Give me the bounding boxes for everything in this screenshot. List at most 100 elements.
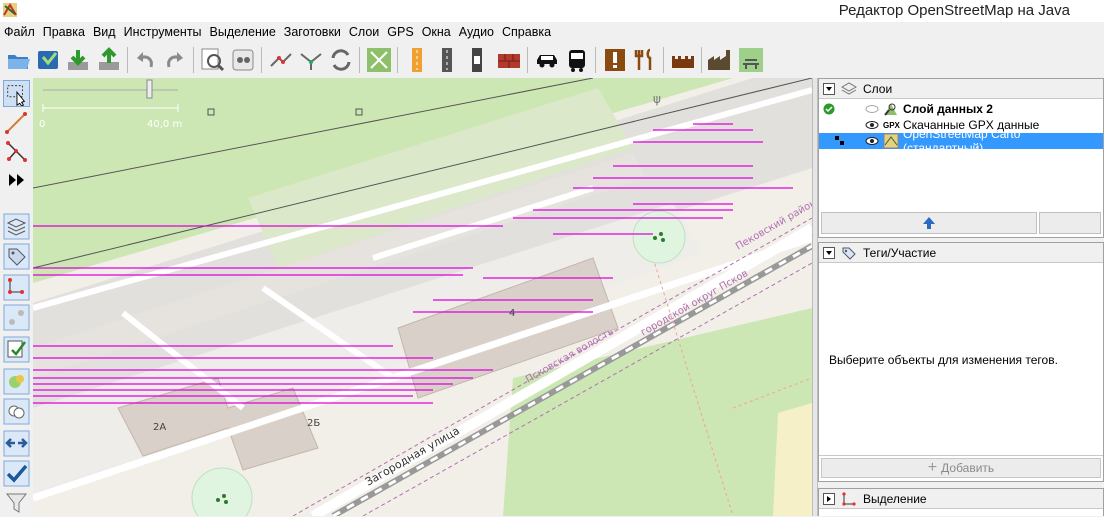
- layer-name-imagery: OpenStreetMap Carto (стандартный): [903, 127, 1021, 155]
- selection-toggle-icon[interactable]: [3, 274, 30, 301]
- add-tag-label: Добавить: [941, 461, 995, 475]
- menu-edit[interactable]: Правка: [42, 25, 86, 39]
- toolbar-separator: [397, 47, 398, 73]
- bus-icon[interactable]: [563, 46, 591, 74]
- toolbar-separator: [527, 47, 528, 73]
- toolbar-separator: [701, 47, 702, 73]
- left-tool-palette: [0, 78, 34, 516]
- align-circle-icon[interactable]: [365, 46, 393, 74]
- zoom-icon[interactable]: [199, 46, 227, 74]
- house-number-2a: 2А: [153, 422, 166, 433]
- menu-view[interactable]: Вид: [92, 25, 117, 39]
- menu-tools[interactable]: Инструменты: [123, 25, 203, 39]
- house-number-2b: 2Б: [307, 418, 320, 429]
- selection-icon: [842, 491, 856, 506]
- menu-layers[interactable]: Слои: [348, 25, 380, 39]
- menu-file[interactable]: Файл: [3, 25, 36, 39]
- menu-audio[interactable]: Аудио: [458, 25, 495, 39]
- split-way-icon[interactable]: [267, 46, 295, 74]
- window-title: Редактор OpenStreetMap на Java: [838, 2, 1070, 19]
- selection-panel: Выделение: [818, 488, 1104, 516]
- filter-toggle-icon[interactable]: [3, 368, 30, 395]
- menu-selection[interactable]: Выделение: [209, 25, 277, 39]
- selection-panel-title: Выделение: [863, 491, 927, 506]
- menu-bar: Файл Правка Вид Инструменты Выделение За…: [0, 22, 1104, 42]
- visibility-eye-icon[interactable]: [865, 136, 879, 146]
- reverse-way-icon[interactable]: [327, 46, 355, 74]
- select-tool-icon[interactable]: [3, 80, 30, 107]
- check-toggle-icon[interactable]: [3, 460, 30, 487]
- restaurant-icon[interactable]: [631, 46, 659, 74]
- tags-table-area: Выберите объекты для изменения тегов.: [819, 263, 1103, 456]
- selection-panel-header[interactable]: Выделение: [819, 489, 1103, 509]
- menu-windows[interactable]: Окна: [421, 25, 452, 39]
- preferences-icon[interactable]: [229, 46, 257, 74]
- menu-help[interactable]: Справка: [501, 25, 552, 39]
- minimize-toggle[interactable]: [823, 246, 835, 259]
- tag-icon: [842, 247, 856, 260]
- toolbar-separator: [127, 47, 128, 73]
- map-view[interactable]: ψ 0 40,0 m Загородная улица Пековский ра…: [33, 78, 812, 516]
- funnel-toggle-icon[interactable]: [3, 490, 30, 517]
- layers-toggle-icon[interactable]: [3, 213, 30, 240]
- save-icon[interactable]: [34, 46, 62, 74]
- map-canvas[interactable]: ψ 0 40,0 m Загородная улица Пековский ра…: [33, 78, 812, 516]
- tags-panel: Теги/Участие Выберите объекты для измене…: [818, 242, 1104, 482]
- layer-row-imagery[interactable]: OpenStreetMap Carto (стандартный): [819, 127, 1103, 155]
- layers-icon: [841, 81, 857, 95]
- castle-icon[interactable]: [669, 46, 697, 74]
- changeset-toggle-icon[interactable]: [3, 430, 30, 457]
- arrow-up-icon: [923, 217, 935, 229]
- toolbar-separator: [595, 47, 596, 73]
- layers-panel-title: Слои: [863, 81, 893, 96]
- validator-toggle-icon[interactable]: [3, 336, 30, 363]
- open-file-icon[interactable]: [4, 46, 32, 74]
- more-tools-icon[interactable]: [3, 170, 30, 190]
- expand-toggle[interactable]: [823, 492, 835, 505]
- farmland-area: [773, 403, 812, 516]
- undo-icon[interactable]: [131, 46, 159, 74]
- toolbar-separator: [663, 47, 664, 73]
- tags-empty-message: Выберите объекты для изменения тегов.: [829, 353, 1058, 367]
- combine-way-icon[interactable]: [297, 46, 325, 74]
- toolbar-separator: [261, 47, 262, 73]
- playground: [632, 210, 686, 264]
- relations-toggle-icon[interactable]: [3, 304, 30, 331]
- redo-icon[interactable]: [161, 46, 189, 74]
- draw-tool-icon[interactable]: [3, 109, 30, 136]
- scale-start-label: 0: [39, 119, 45, 130]
- layers-panel: Слои Слой данных 2 GPX Скачанные GPX дан…: [818, 78, 1104, 238]
- car-icon[interactable]: [533, 46, 561, 74]
- playground-2: [191, 467, 253, 516]
- move-layer-up-button[interactable]: [821, 212, 1037, 234]
- layers-panel-header: Слои: [819, 79, 1103, 99]
- upload-icon[interactable]: [95, 46, 123, 74]
- street-label: Загородная улица: [363, 424, 462, 489]
- gpx-layer-icon: GPX: [883, 120, 900, 130]
- track-preset-icon[interactable]: [433, 46, 461, 74]
- scale-end-label: 40,0 m: [147, 119, 182, 130]
- tags-panel-title: Теги/Участие: [863, 245, 937, 260]
- layer-actions-button[interactable]: [1039, 212, 1101, 234]
- highway-preset-icon[interactable]: [403, 46, 431, 74]
- minimize-toggle[interactable]: [823, 82, 835, 95]
- menu-gps[interactable]: GPS: [386, 25, 414, 39]
- data-layer-icon: [884, 103, 897, 116]
- industrial-icon[interactable]: [705, 46, 733, 74]
- download-icon[interactable]: [64, 46, 92, 74]
- active-check-icon: [823, 103, 835, 115]
- barrier-wall-preset-icon[interactable]: [495, 46, 523, 74]
- visibility-eye-hidden-icon[interactable]: [865, 104, 879, 114]
- title-bar: Редактор OpenStreetMap на Java: [0, 0, 1104, 22]
- conflict-toggle-icon[interactable]: [3, 398, 30, 425]
- bench-icon[interactable]: [737, 46, 765, 74]
- house-number-4: 4: [509, 308, 515, 319]
- improve-way-tool-icon[interactable]: [3, 138, 30, 165]
- railway-preset-icon[interactable]: [463, 46, 491, 74]
- warning-preset-icon[interactable]: [601, 46, 629, 74]
- tags-toggle-icon[interactable]: [3, 243, 30, 270]
- layer-row-data[interactable]: Слой данных 2: [819, 101, 1103, 117]
- menu-presets[interactable]: Заготовки: [283, 25, 342, 39]
- add-tag-button[interactable]: + Добавить: [821, 458, 1101, 478]
- visibility-eye-icon[interactable]: [865, 120, 879, 130]
